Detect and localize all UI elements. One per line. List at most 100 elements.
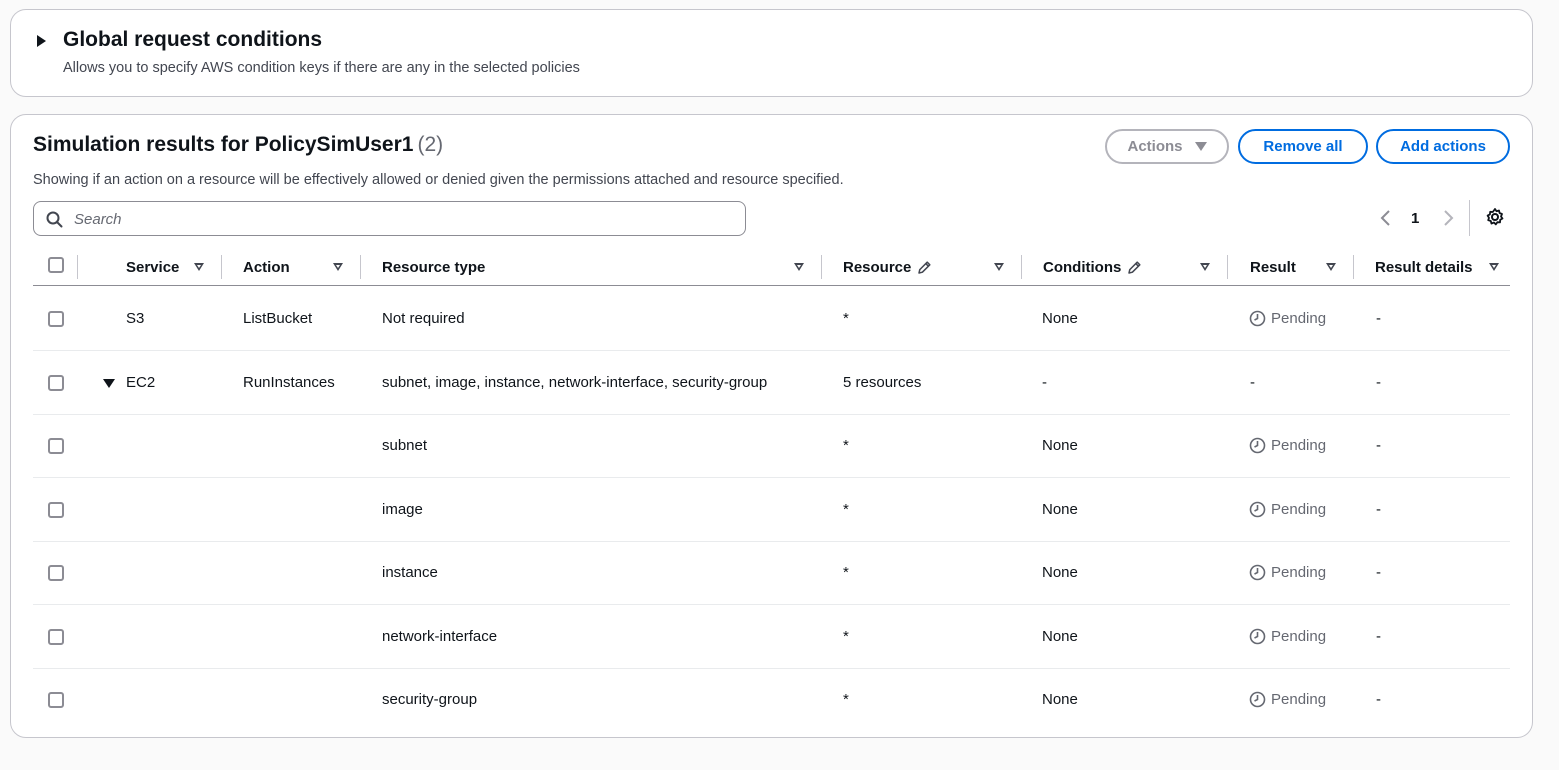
column-conditions[interactable]: Conditions	[1043, 251, 1142, 283]
cell-result-details: -	[1376, 628, 1381, 645]
column-result[interactable]: Result	[1250, 251, 1296, 283]
chevron-right-icon[interactable]	[1441, 209, 1455, 227]
cell-conditions[interactable]: None	[1042, 668, 1078, 731]
remove-all-button[interactable]: Remove all	[1238, 129, 1368, 164]
add-actions-button[interactable]: Add actions	[1376, 129, 1510, 164]
caret-down-icon[interactable]	[103, 379, 115, 388]
cell-action: ListBucket	[243, 310, 313, 327]
result-status: Pending	[1271, 437, 1327, 454]
row-checkbox[interactable]	[48, 692, 64, 708]
cell-conditions[interactable]: None	[1042, 541, 1078, 604]
column-resource-label: Resource	[843, 258, 912, 276]
sort-icon[interactable]	[1326, 263, 1336, 271]
cell-result: -	[1250, 374, 1255, 391]
cell-resource-type: subnet	[382, 437, 428, 454]
pencil-icon	[918, 260, 931, 274]
result-status: Pending	[1271, 310, 1327, 327]
cell-resource[interactable]: *	[843, 541, 849, 604]
search-input[interactable]	[74, 208, 734, 230]
cell-conditions[interactable]: None	[1042, 605, 1078, 668]
cell-resource-type: subnet, image, instance, network-interfa…	[382, 374, 768, 391]
results-title-text: Simulation results for PolicySimUser1	[33, 133, 414, 156]
column-resource[interactable]: Resource	[843, 251, 932, 283]
table-row: image * None Pending -	[33, 478, 1510, 542]
column-conditions-label: Conditions	[1043, 258, 1122, 276]
sort-icon[interactable]	[333, 263, 343, 271]
column-separator	[821, 255, 822, 279]
page-number[interactable]: 1	[1411, 210, 1419, 227]
cell-result: Pending	[1249, 668, 1326, 731]
cell-service: EC2	[126, 374, 156, 391]
gear-icon[interactable]	[1485, 207, 1505, 227]
cell-resource: 5 resources	[843, 374, 922, 391]
column-separator	[1353, 255, 1354, 279]
cell-result-details: -	[1376, 374, 1381, 391]
results-description: Showing if an action on a resource will …	[33, 172, 844, 188]
cell-result: Pending	[1249, 287, 1326, 350]
cell-resource-type: image	[382, 501, 423, 518]
column-service[interactable]: Service	[126, 251, 179, 283]
chevron-left-icon[interactable]	[1379, 209, 1393, 227]
column-separator	[1021, 255, 1022, 279]
cell-result-details: -	[1376, 310, 1381, 327]
caret-down-icon	[1194, 142, 1207, 151]
global-conditions-title[interactable]: Global request conditions	[63, 28, 322, 52]
clock-icon	[1249, 564, 1266, 581]
column-separator	[221, 255, 222, 279]
cell-resource[interactable]: *	[843, 668, 849, 731]
cell-result: Pending	[1249, 541, 1326, 604]
cell-result: Pending	[1249, 414, 1326, 477]
table-row: EC2 RunInstances subnet, image, instance…	[33, 351, 1510, 415]
global-conditions-description: Allows you to specify AWS condition keys…	[63, 60, 580, 76]
cell-resource[interactable]: *	[843, 605, 849, 668]
pager-divider	[1469, 200, 1470, 236]
cell-resource-type: Not required	[382, 310, 465, 327]
clock-icon	[1249, 628, 1266, 645]
cell-resource[interactable]: *	[843, 287, 849, 350]
row-checkbox[interactable]	[48, 311, 64, 327]
table-row: instance * None Pending -	[33, 541, 1510, 605]
cell-service: S3	[126, 310, 145, 327]
column-separator	[360, 255, 361, 279]
sort-icon[interactable]	[794, 263, 804, 271]
cell-resource[interactable]: *	[843, 414, 849, 477]
actions-dropdown-button[interactable]: Actions	[1105, 129, 1229, 164]
cell-resource[interactable]: *	[843, 478, 849, 541]
cell-conditions[interactable]: None	[1042, 478, 1078, 541]
clock-icon	[1249, 691, 1266, 708]
simulation-results-panel: Simulation results for PolicySimUser1 (2)…	[10, 114, 1533, 738]
cell-resource-type: instance	[382, 564, 438, 581]
column-separator	[77, 255, 78, 279]
sort-icon[interactable]	[1200, 263, 1210, 271]
table-header: Service Action Resource type Resource Co…	[33, 251, 1510, 286]
row-checkbox[interactable]	[48, 438, 64, 454]
row-checkbox[interactable]	[48, 565, 64, 581]
row-checkbox[interactable]	[48, 502, 64, 518]
result-status: Pending	[1271, 691, 1327, 708]
search-box	[33, 201, 746, 236]
cell-conditions[interactable]: None	[1042, 414, 1078, 477]
actions-label: Actions	[1127, 138, 1183, 155]
results-title: Simulation results for PolicySimUser1 (2)	[33, 133, 443, 157]
sort-icon[interactable]	[1489, 263, 1499, 271]
column-action[interactable]: Action	[243, 251, 290, 283]
cell-conditions[interactable]: None	[1042, 287, 1078, 350]
column-resource-type[interactable]: Resource type	[382, 251, 485, 283]
cell-resource-type: network-interface	[382, 628, 498, 645]
cell-result-details: -	[1376, 564, 1381, 581]
row-checkbox[interactable]	[48, 375, 64, 391]
expand-caret-icon[interactable]	[37, 35, 46, 47]
cell-result-details: -	[1376, 501, 1381, 518]
row-checkbox[interactable]	[48, 629, 64, 645]
select-all-checkbox[interactable]	[48, 257, 64, 273]
cell-conditions: -	[1042, 374, 1047, 391]
clock-icon	[1249, 437, 1266, 454]
clock-icon	[1249, 501, 1266, 518]
sort-icon[interactable]	[994, 263, 1004, 271]
cell-action: RunInstances	[243, 374, 335, 391]
global-request-conditions-panel: Global request conditions Allows you to …	[10, 9, 1533, 97]
result-status: Pending	[1271, 501, 1327, 518]
cell-result: Pending	[1249, 605, 1326, 668]
column-result-details[interactable]: Result details	[1375, 251, 1473, 283]
sort-icon[interactable]	[194, 263, 204, 271]
